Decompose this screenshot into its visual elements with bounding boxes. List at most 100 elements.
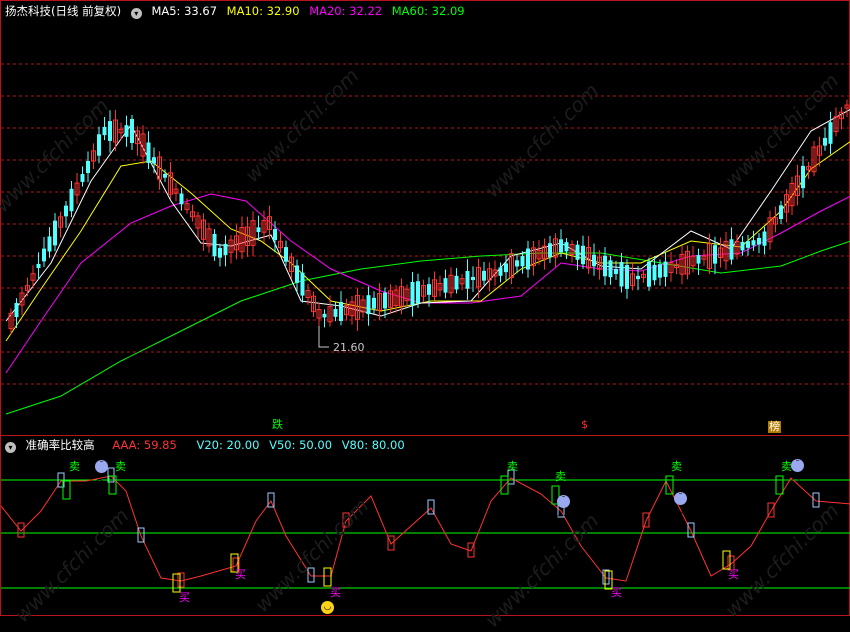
candle-body [223,243,228,256]
candle-body [130,118,134,144]
candle-body [575,244,580,260]
candle-body [212,233,217,257]
sell-signal: 卖 [69,460,80,473]
candle-body [592,254,596,267]
ma20-line [5,193,850,374]
candle-body [740,241,745,251]
candle-body [14,302,19,318]
indicator-chart[interactable] [1,436,850,617]
candle-body [53,220,57,246]
sad-face-icon: ˘︵˘ [95,460,109,484]
sad-face-icon: ˘︵˘ [791,459,805,483]
candle-body [504,263,508,273]
candle-body [333,308,338,317]
candle-body [218,247,222,258]
candle-body [322,313,327,318]
candle-body [465,270,470,289]
low-price-label: 21.60 [333,341,365,354]
candle-body [828,122,833,144]
candle-body [581,245,585,265]
candle-body [515,260,519,267]
candle-body [69,188,74,212]
signal-bar [172,573,181,593]
candle-body [520,256,525,267]
event-marker-fall: 跌 [272,418,283,431]
candle-body [636,275,640,280]
signal-bar [775,475,784,495]
candle-body [416,281,420,304]
signal-bar [323,567,332,587]
candle-body [146,142,151,163]
candle-body [366,295,371,315]
candle-body [86,160,90,174]
candle-body [652,264,657,281]
candle-body [339,301,343,322]
candle-body [443,278,448,293]
buy-signal: 买 [611,586,622,599]
kline-chart[interactable] [1,1,850,437]
candle-body [36,263,41,269]
sell-signal: 卖 [507,460,518,473]
candle-body [64,205,68,217]
sell-signal: 卖 [555,470,566,483]
candle-body [163,173,167,178]
candle-body [658,264,662,278]
candle-body [383,292,387,309]
kline-panel[interactable]: 扬杰科技(日线 前复权) ▾ MA5: 33.67 MA10: 32.90 MA… [0,0,850,436]
candle-body [619,261,624,287]
candle-body [273,229,277,241]
sell-signal: 卖 [671,460,682,473]
sell-signal: 卖 [115,460,126,473]
candle-body [427,284,431,295]
signal-bar [665,475,674,495]
candle-body [300,272,305,296]
candle-body [559,239,563,253]
candle-body [603,255,607,277]
candle-body [696,255,701,264]
candle-body [663,261,668,277]
candle-body [751,240,756,246]
candle-body [801,165,805,189]
low-price-pointer [318,326,329,348]
candle-body [762,231,767,246]
sad-face-icon: ˘︵˘ [557,495,571,519]
signal-bar [108,475,117,495]
candle-body [647,261,651,287]
candle-body [625,265,629,289]
buy-signal: 买 [235,568,246,581]
candle-body [729,239,734,260]
candle-body [757,237,761,245]
ma60-line [5,240,850,415]
candle-body [746,241,750,248]
candle-body [823,137,827,146]
candle-body [548,243,552,258]
candle-body [42,248,46,262]
candle-body [47,236,52,252]
candle-body [564,242,569,252]
smiley-face-icon: ◡ [321,601,334,614]
candle-body [80,174,85,182]
candle-body [284,247,288,262]
candle-body [256,227,261,233]
candle-body [102,126,107,136]
candle-body [482,270,486,281]
candle-body [454,275,459,290]
indicator-bar [602,569,610,585]
candle-body [179,193,184,205]
candle-body [614,269,618,274]
candle-body [471,276,475,281]
indicator-bar [17,522,25,538]
candle-body [124,125,129,137]
sad-face-icon: ˘︵˘ [674,492,688,516]
candle-body [713,245,717,264]
candle-body [498,267,503,276]
candle-body [152,157,156,164]
buy-signal: 买 [330,586,341,599]
candle-body [410,281,415,306]
candle-body [608,260,613,278]
candle-body [372,297,376,309]
candle-body [779,205,783,220]
buy-signal: 买 [728,568,739,581]
buy-signal: 买 [179,591,190,604]
candle-body [108,121,112,141]
